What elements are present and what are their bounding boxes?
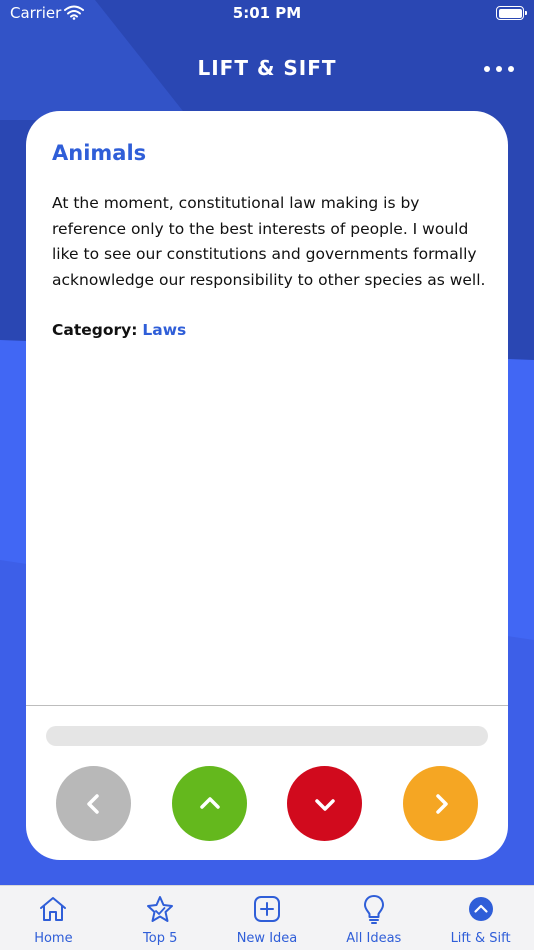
tab-new-idea[interactable]: New Idea bbox=[214, 886, 321, 950]
idea-category: Category: Laws bbox=[52, 321, 186, 339]
tab-label: New Idea bbox=[236, 931, 298, 946]
chevron-up-icon bbox=[199, 796, 220, 809]
tab-all-ideas[interactable]: All Ideas bbox=[320, 886, 427, 950]
idea-title: Animals bbox=[52, 141, 147, 165]
status-bar: Carrier 5:01 PM bbox=[0, 0, 534, 28]
sift-button[interactable] bbox=[287, 766, 362, 841]
category-label: Category: bbox=[52, 321, 138, 339]
star-icon bbox=[144, 894, 176, 924]
chevron-up-circle-icon bbox=[465, 894, 497, 924]
idea-description: At the moment, constitutional law making… bbox=[52, 194, 486, 289]
home-icon bbox=[37, 894, 69, 924]
dot bbox=[496, 66, 502, 72]
tab-label: Top 5 bbox=[143, 931, 178, 946]
chevron-down-icon bbox=[314, 798, 335, 811]
progress-bar bbox=[46, 726, 488, 746]
divider bbox=[26, 705, 508, 706]
clock: 5:01 PM bbox=[232, 4, 302, 22]
idea-card: Animals At the moment, constitutional la… bbox=[26, 111, 508, 860]
more-options-icon[interactable] bbox=[484, 60, 514, 78]
tab-top-5[interactable]: Top 5 bbox=[107, 886, 214, 950]
battery-icon bbox=[496, 6, 527, 20]
tab-home[interactable]: Home bbox=[0, 886, 107, 950]
chevron-left-icon bbox=[86, 793, 99, 814]
dot bbox=[508, 66, 514, 72]
lightbulb-icon bbox=[358, 894, 390, 924]
chevron-right-icon bbox=[435, 793, 448, 814]
previous-button[interactable] bbox=[56, 766, 131, 841]
page-title: LIFT & SIFT bbox=[197, 56, 337, 80]
dot bbox=[484, 66, 490, 72]
tab-lift-and-sift[interactable]: Lift & Sift bbox=[427, 886, 534, 950]
tab-label: Home bbox=[34, 931, 73, 946]
plus-square-icon bbox=[251, 894, 283, 924]
category-link[interactable]: Laws bbox=[142, 321, 186, 339]
tab-bar: Home Top 5 New Idea All Ideas Lift & Sif… bbox=[0, 885, 534, 950]
tab-label: Lift & Sift bbox=[450, 931, 511, 946]
next-button[interactable] bbox=[403, 766, 478, 841]
tab-label: All Ideas bbox=[346, 931, 402, 946]
lift-button[interactable] bbox=[172, 766, 247, 841]
